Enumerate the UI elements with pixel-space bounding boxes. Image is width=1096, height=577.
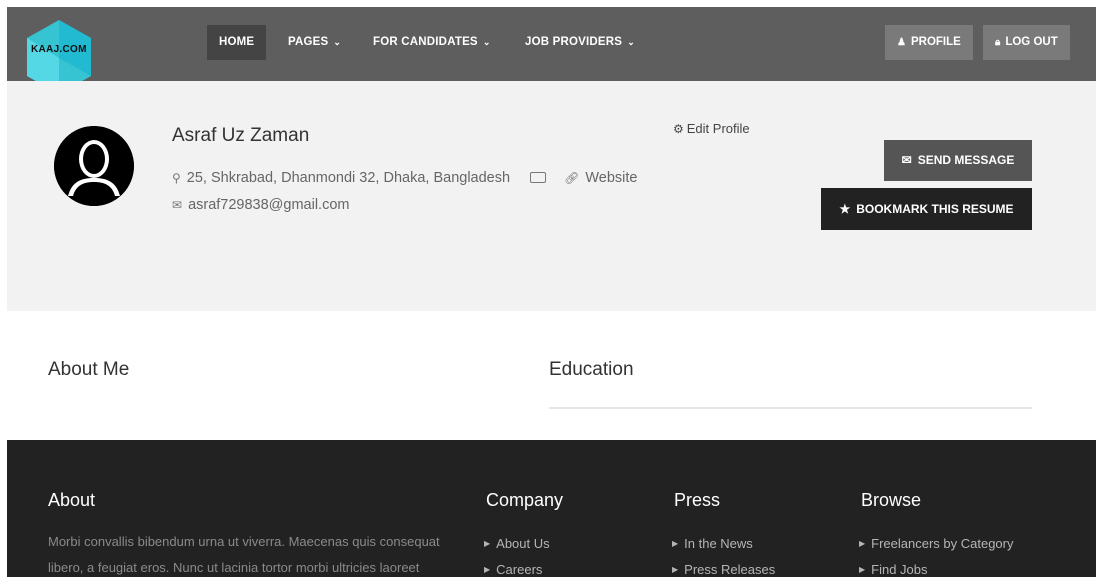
- send-message-label: SEND MESSAGE: [917, 153, 1015, 167]
- footer-link-careers[interactable]: ▶ Careers: [484, 562, 542, 577]
- about-me-heading: About Me: [48, 359, 130, 380]
- send-message-button[interactable]: ✉ SEND MESSAGE: [884, 140, 1032, 181]
- logout-button[interactable]: 🔒︎ LOG OUT: [983, 25, 1070, 60]
- envelope-icon: ✉: [172, 198, 183, 212]
- nav-for-candidates[interactable]: FOR CANDIDATES ⌄: [361, 25, 503, 60]
- candidate-email[interactable]: asraf729838@gmail.com: [188, 197, 349, 213]
- education-heading: Education: [549, 359, 634, 380]
- footer-press-heading: Press: [674, 490, 721, 510]
- lock-icon: 🔒︎: [995, 37, 1001, 48]
- candidate-name: Asraf Uz Zaman: [172, 125, 310, 146]
- nav-home-label: HOME: [219, 36, 255, 48]
- caret-right-icon: ▶: [484, 565, 491, 574]
- edit-profile-link[interactable]: ⚙ Edit Profile: [673, 121, 750, 136]
- footer-link-label: Press Releases: [684, 562, 776, 577]
- location-pin-icon: ⚲: [172, 171, 181, 185]
- nav-home[interactable]: HOME: [207, 25, 267, 60]
- profile-button[interactable]: ♟ PROFILE: [885, 25, 973, 60]
- chevron-down-icon: ⌄: [627, 37, 635, 47]
- bookmark-resume-label: BOOKMARK THIS RESUME: [856, 202, 1014, 216]
- website-link[interactable]: Website: [585, 170, 637, 186]
- caret-right-icon: ▶: [859, 565, 866, 574]
- chevron-down-icon: ⌄: [482, 37, 491, 47]
- footer-link-press-releases[interactable]: ▶ Press Releases: [672, 562, 775, 577]
- star-icon: ★: [839, 202, 851, 216]
- footer-link-in-the-news[interactable]: ▶ In the News: [672, 536, 753, 551]
- candidate-meta-row: ⚲ 25, Shkrabad, Dhanmondi 32, Dhaka, Bang…: [172, 170, 637, 186]
- caret-right-icon: ▶: [672, 565, 679, 574]
- avatar: [54, 126, 134, 206]
- edit-profile-label: Edit Profile: [686, 121, 750, 136]
- candidate-email-row: ✉ asraf729838@gmail.com: [172, 197, 349, 213]
- footer-link-find-jobs[interactable]: ▶ Find Jobs: [859, 562, 928, 577]
- nav-job-providers-label: JOB PROVIDERS: [525, 36, 623, 48]
- footer-link-label: Find Jobs: [871, 562, 928, 577]
- footer-link-label: In the News: [684, 536, 753, 551]
- user-icon: ♟: [897, 37, 906, 48]
- nav-pages-label: PAGES: [288, 36, 329, 48]
- logout-button-label: LOG OUT: [1005, 36, 1058, 48]
- logo-text: KAAJ.COM: [31, 44, 87, 55]
- site-footer: About Morbi convallis bibendum urna ut v…: [7, 440, 1096, 577]
- candidate-address: 25, Shkrabad, Dhanmondi 32, Dhaka, Bangl…: [186, 170, 511, 186]
- nav-for-candidates-label: FOR CANDIDATES: [373, 36, 478, 48]
- caret-right-icon: ▶: [672, 539, 679, 548]
- nav-job-providers[interactable]: JOB PROVIDERS ⌄: [513, 25, 647, 60]
- bookmark-resume-button[interactable]: ★ BOOKMARK THIS RESUME: [821, 188, 1032, 230]
- education-divider: [549, 407, 1032, 409]
- link-icon: 🔗︎: [564, 171, 580, 185]
- user-silhouette-icon: [54, 126, 134, 206]
- footer-browse-heading: Browse: [861, 490, 922, 510]
- envelope-icon: ✉: [901, 153, 912, 167]
- nav-pages[interactable]: PAGES ⌄: [276, 25, 353, 60]
- profile-button-label: PROFILE: [910, 36, 961, 48]
- caret-right-icon: ▶: [484, 539, 491, 548]
- profile-banner: Asraf Uz Zaman ⚲ 25, Shkrabad, Dhanmondi …: [7, 81, 1096, 311]
- footer-link-about-us[interactable]: ▶ About Us: [484, 536, 550, 551]
- page-frame: KAAJ.COM HOME PAGES ⌄ FOR CANDIDATES ⌄ JOB…: [7, 7, 1096, 577]
- footer-link-label: Freelancers by Category: [871, 536, 1014, 551]
- footer-link-freelancers-by-category[interactable]: ▶ Freelancers by Category: [859, 536, 1014, 551]
- chevron-down-icon: ⌄: [333, 37, 342, 47]
- money-icon: [530, 171, 547, 183]
- footer-link-label: About Us: [496, 536, 550, 551]
- caret-right-icon: ▶: [859, 539, 866, 548]
- gear-icon: ⚙: [673, 122, 684, 136]
- site-header: KAAJ.COM HOME PAGES ⌄ FOR CANDIDATES ⌄ JOB…: [7, 7, 1096, 94]
- footer-about-text: Morbi convallis bibendum urna ut viverra…: [48, 534, 440, 575]
- footer-company-heading: Company: [486, 490, 564, 510]
- footer-link-label: Careers: [496, 562, 543, 577]
- footer-about-heading: About: [48, 490, 96, 510]
